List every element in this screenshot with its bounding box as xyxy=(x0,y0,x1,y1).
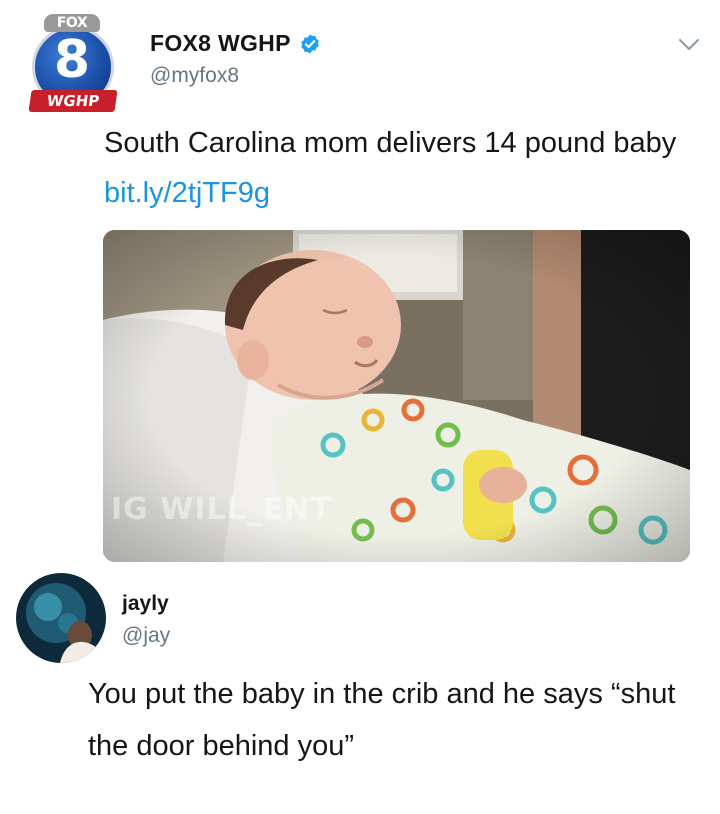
author-handle[interactable]: @myfox8 xyxy=(150,64,239,88)
author-display-name[interactable]: FOX8 WGHP xyxy=(150,30,291,57)
author-name-row: FOX8 WGHP xyxy=(150,30,321,57)
reply-text: You put the baby in the crib and he says… xyxy=(88,678,676,762)
reply-avatar-image xyxy=(16,573,106,663)
tweet-body: South Carolina mom delivers 14 pound bab… xyxy=(104,127,677,159)
fox8-logo-avatar[interactable]: FOX 8 WGHP xyxy=(28,14,118,114)
media-watermark: IG WILL_ENT xyxy=(111,492,332,527)
logo-wghp-ribbon: WGHP xyxy=(28,90,118,112)
chevron-down-icon[interactable] xyxy=(676,34,702,54)
reply-avatar[interactable] xyxy=(16,573,106,663)
tweet-media-photo[interactable]: IG WILL_ENT xyxy=(103,230,690,562)
reply-display-name[interactable]: jayly xyxy=(122,592,169,616)
verified-badge-icon xyxy=(301,33,319,54)
tweet-text: South Carolina mom delivers 14 pound bab… xyxy=(104,118,694,218)
logo-number: 8 xyxy=(53,30,91,90)
reply-handle[interactable]: @jay xyxy=(122,624,170,648)
tweet-link[interactable]: bit.ly/2tjTF9g xyxy=(104,177,270,209)
